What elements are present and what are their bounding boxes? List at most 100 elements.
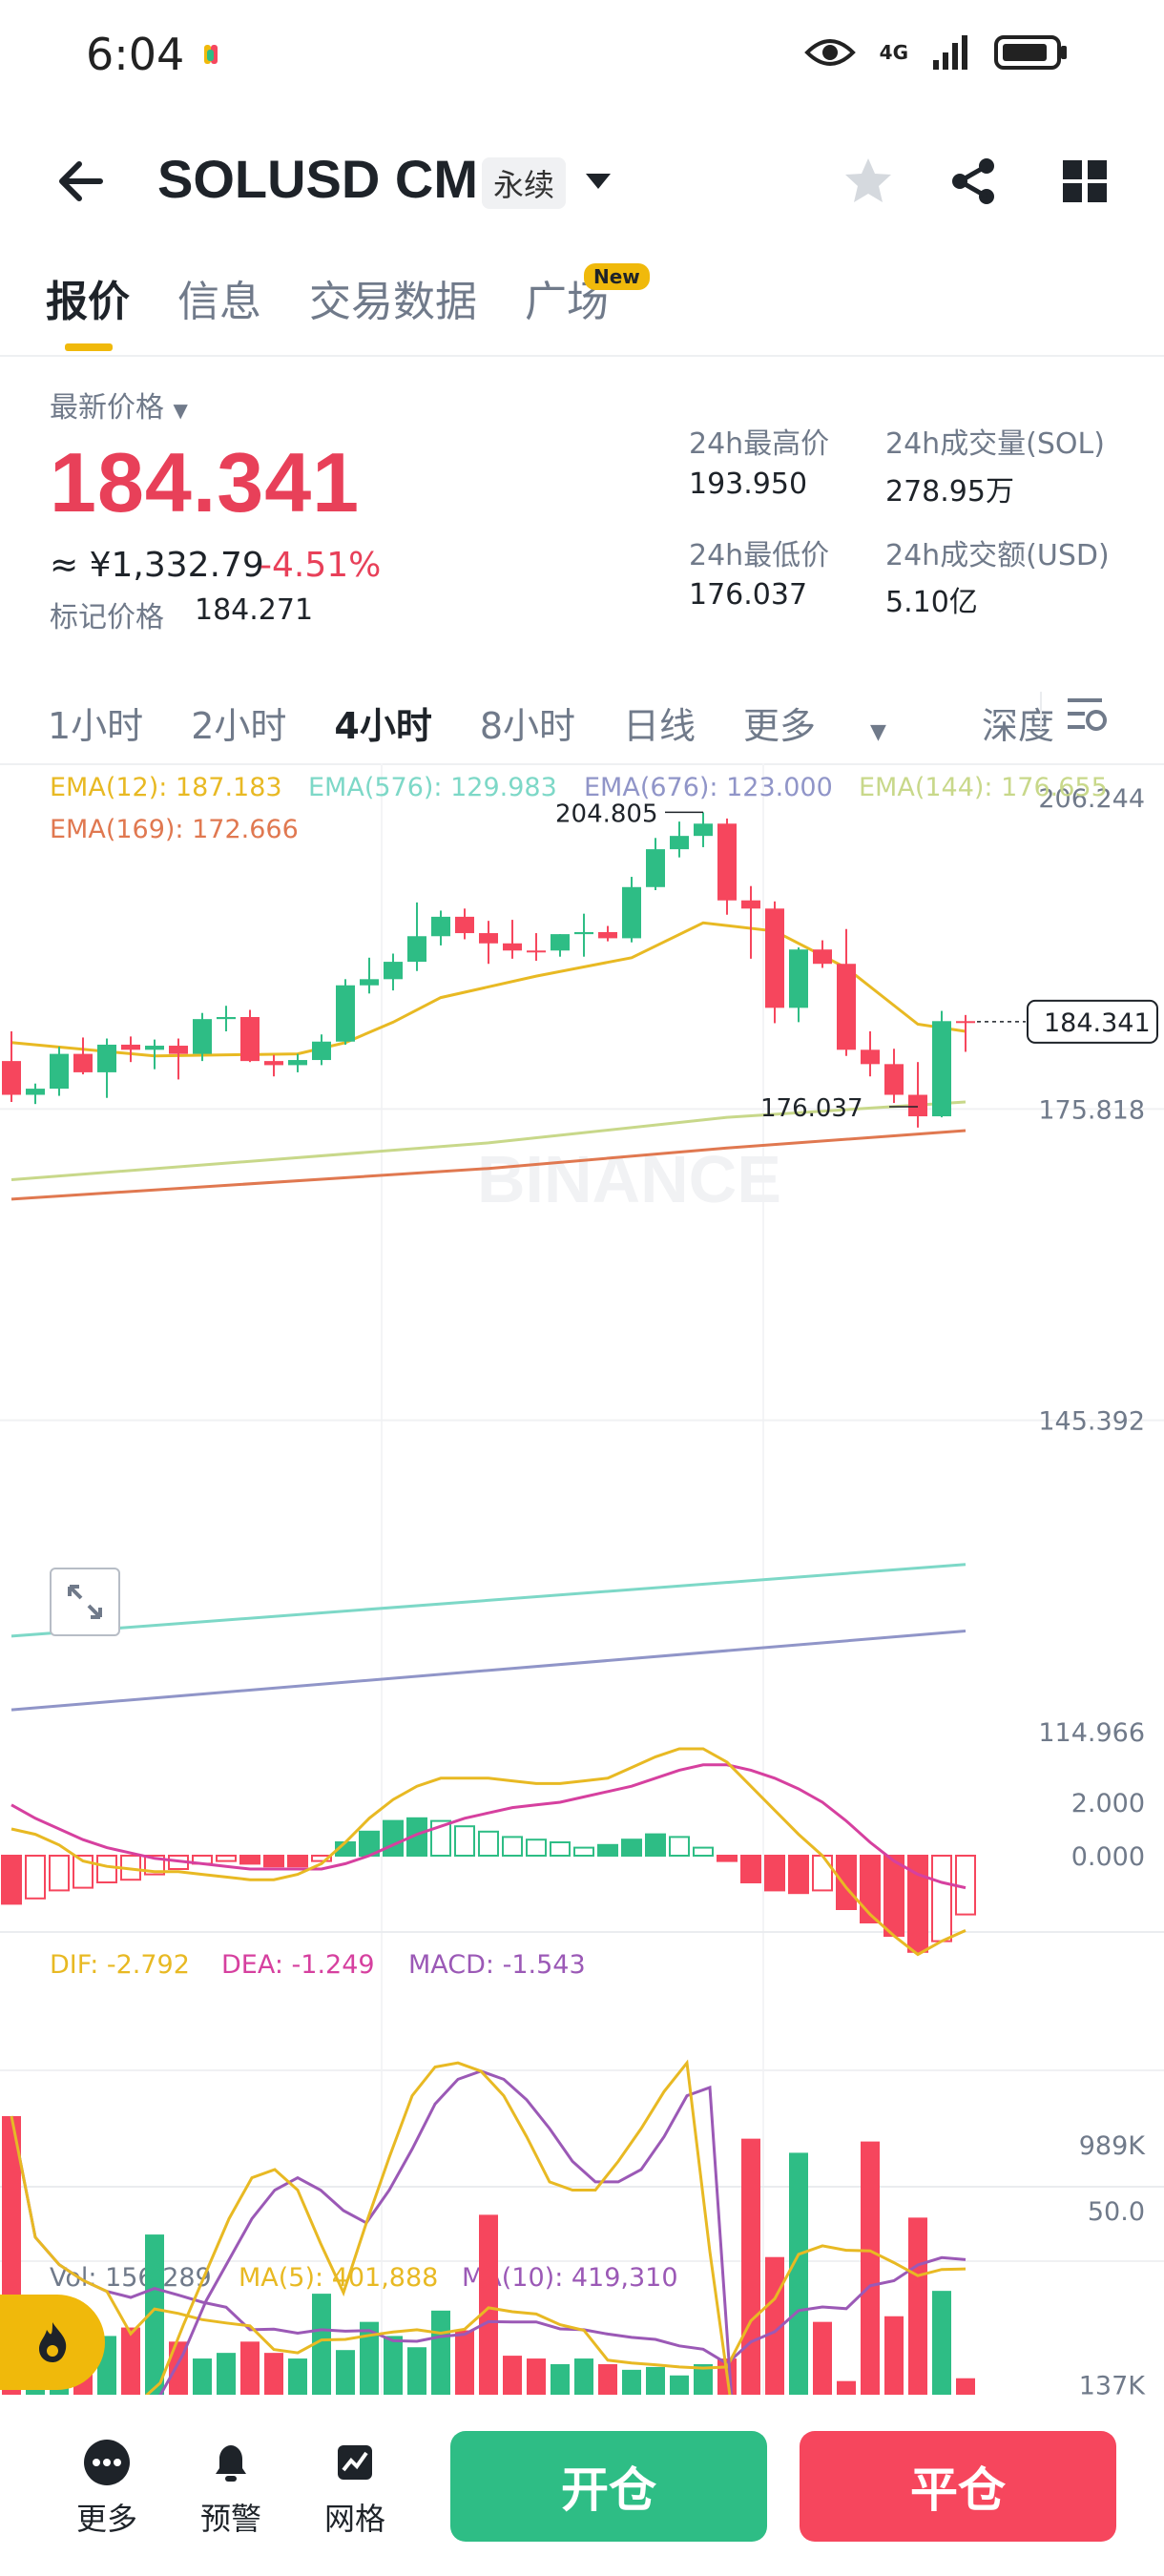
candle-body: [765, 908, 784, 1008]
volume-bar: [932, 2291, 951, 2395]
macd-hist-bar: [287, 1855, 308, 1868]
candle-body: [288, 1060, 307, 1066]
chart-settings-icon[interactable]: [1064, 695, 1110, 737]
macd-hist-bar: [669, 1836, 690, 1858]
symbol-dropdown-icon[interactable]: [584, 172, 613, 195]
interval-4h[interactable]: 4小时: [334, 696, 431, 749]
macd-hist-bar: [693, 1846, 714, 1857]
low-marker-label: 176.037: [760, 1094, 863, 1123]
macd-hist-bar: [931, 1855, 952, 1942]
ema144-legend: EMA(144): 176.655: [859, 773, 1108, 802]
contract-type-tag: 永续: [482, 157, 567, 209]
candle-body: [455, 916, 474, 934]
candle-body: [908, 1094, 927, 1117]
candle-body: [145, 1046, 164, 1050]
macd-hist-bar: [621, 1839, 642, 1857]
candle-body: [932, 1021, 951, 1117]
candle-body: [741, 900, 760, 909]
network-label: 4G: [879, 41, 908, 64]
low-label: 24h最低价: [689, 539, 830, 572]
candle-body: [407, 936, 426, 963]
tab-info[interactable]: 信息: [177, 267, 261, 328]
volume-bar: [503, 2356, 522, 2395]
candle-body: [97, 1044, 116, 1072]
more-label: 更多: [75, 2501, 137, 2537]
macd-hist-bar: [263, 1855, 284, 1868]
active-tab-indicator: [65, 343, 113, 351]
candle-body: [861, 1049, 880, 1065]
candle-body: [121, 1044, 140, 1050]
eye-icon: [803, 39, 856, 66]
interval-8h[interactable]: 8小时: [480, 696, 575, 749]
star-icon[interactable]: [840, 153, 897, 210]
interval-depth[interactable]: 深度: [982, 696, 1054, 749]
open-position-button[interactable]: 开仓: [450, 2431, 767, 2542]
macd-hist-bar: [1, 1855, 22, 1905]
amount-value: 5.10亿: [885, 586, 978, 619]
macd-hist-bar: [49, 1855, 70, 1892]
last-price: 184.341: [50, 435, 361, 530]
macd-hist-bar: [454, 1825, 475, 1857]
stochrsi-line: [144, 2059, 732, 2395]
macd-hist-bar: [788, 1855, 809, 1895]
alert-button[interactable]: 预警: [183, 2438, 279, 2539]
macd-hist-bar: [740, 1855, 761, 1883]
macd-hist-bar: [96, 1855, 117, 1883]
close-position-button[interactable]: 平仓: [800, 2431, 1116, 2542]
candle-body: [574, 931, 593, 935]
volume-bar: [193, 2358, 212, 2395]
signal-icon: [933, 35, 967, 70]
vol-legend: Vol: 156,289: [50, 2263, 212, 2293]
interval-1d[interactable]: 日线: [623, 696, 696, 749]
share-icon[interactable]: [945, 153, 1002, 210]
symbol-title[interactable]: SOLUSD CM: [157, 148, 478, 210]
volume-label: 24h成交量(SOL): [885, 427, 1105, 461]
candle-body: [717, 823, 737, 901]
volume-bar: [527, 2358, 546, 2395]
candle-body: [479, 933, 498, 944]
tab-quote[interactable]: 报价: [46, 267, 130, 328]
candle-body: [598, 931, 617, 939]
mastochrsi-line: [157, 2069, 733, 2395]
grid-menu-icon[interactable]: [1057, 153, 1114, 210]
candle-body: [622, 886, 641, 939]
volume-bar: [884, 2316, 904, 2395]
volume-bar: [431, 2310, 450, 2395]
macd-hist-bar: [597, 1843, 618, 1858]
macd-hist-bar: [573, 1846, 594, 1857]
current-price-label: 184.341: [1044, 1008, 1151, 1038]
low-value: 176.037: [689, 578, 808, 612]
more-dots-icon: [84, 2440, 130, 2485]
macd-hist-bar: [836, 1855, 857, 1910]
vol-ma5-legend: MA(5): 401,888: [239, 2263, 438, 2293]
kline-chart[interactable]: BINANCE204.805176.037184.341206.244175.8…: [0, 763, 1164, 2395]
interval-2h[interactable]: 2小时: [191, 696, 286, 749]
candle-body: [813, 949, 832, 965]
status-indicators: 4G: [803, 33, 1069, 72]
last-price-label[interactable]: 最新价格 ▼: [50, 384, 188, 426]
ema576-line: [10, 1563, 967, 1638]
fullscreen-button[interactable]: [50, 1568, 120, 1636]
ema169-legend: EMA(169): 172.666: [50, 815, 299, 844]
candle-body: [2, 1061, 21, 1095]
hot-float-button[interactable]: [0, 2295, 105, 2390]
candle-body: [956, 1021, 975, 1024]
tab-trading-data[interactable]: 交易数据: [309, 267, 477, 328]
back-arrow-icon[interactable]: [52, 153, 110, 210]
candle-body: [312, 1041, 331, 1061]
volume-bar: [574, 2358, 593, 2395]
candle-body: [264, 1061, 283, 1066]
volume-bar: [789, 2152, 808, 2395]
grid-trading-button[interactable]: 网格: [307, 2438, 403, 2539]
interval-selector: 1小时 2小时 4小时 8小时 日线 更多 ▼ 深度: [48, 696, 1102, 749]
expand-icon: [68, 1585, 102, 1619]
more-button[interactable]: 更多: [59, 2438, 155, 2539]
volume-bar: [407, 2347, 426, 2395]
high-marker-label: 204.805: [555, 800, 658, 828]
macd-hist-bar: [502, 1836, 523, 1858]
price-axis-label: 175.818: [1038, 1095, 1145, 1125]
interval-1h[interactable]: 1小时: [48, 696, 143, 749]
candle-body: [431, 916, 450, 937]
candle-body: [670, 836, 689, 850]
interval-more[interactable]: 更多 ▼: [743, 696, 934, 749]
